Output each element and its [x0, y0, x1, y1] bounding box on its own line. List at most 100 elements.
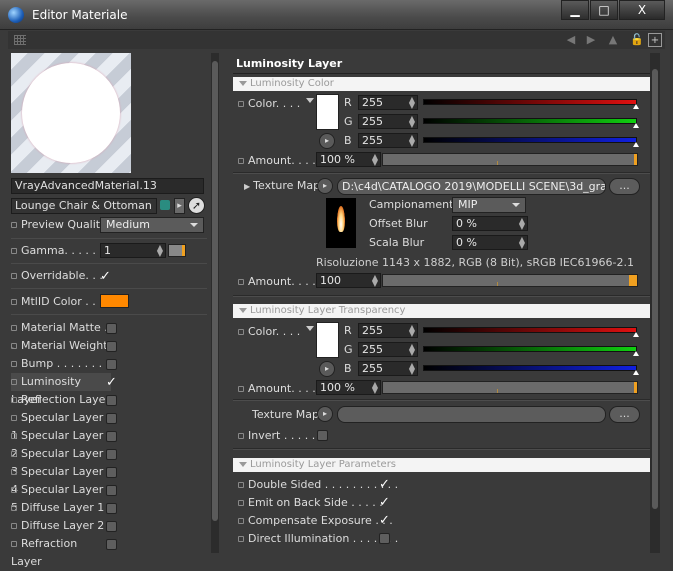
back-arrow-icon[interactable]: ◀ [564, 33, 578, 47]
t-g-slider[interactable] [423, 346, 639, 356]
keyframe-dot-icon[interactable] [238, 518, 244, 524]
keyframe-dot-icon[interactable] [11, 541, 17, 547]
t-g-input[interactable]: 255 ▲ ▼ [358, 342, 418, 357]
offset-blur-input[interactable]: 0 % ▲ ▼ [452, 216, 528, 231]
keyframe-dot-icon[interactable] [11, 415, 17, 421]
picker-cursor-icon[interactable]: ➚ [188, 197, 205, 214]
stepper-icon[interactable]: ▲ ▼ [409, 343, 415, 357]
stepper-icon[interactable]: ▲ ▼ [372, 381, 378, 395]
stepper-icon[interactable]: ▲ ▼ [157, 244, 163, 258]
maximize-button[interactable]: □ [590, 0, 618, 20]
keyframe-dot-icon[interactable] [238, 158, 244, 164]
channel-checkbox[interactable] [106, 449, 117, 460]
t-r-input[interactable]: 255 ▲ ▼ [358, 323, 418, 338]
t-texture-path-field[interactable] [337, 406, 606, 423]
t-amount-input[interactable]: 100 % ▲ ▼ [316, 380, 381, 395]
keyframe-dot-icon[interactable] [11, 433, 17, 439]
channel-checkbox[interactable] [106, 413, 117, 424]
texture-thumbnail[interactable] [326, 198, 356, 248]
channel-item[interactable]: Reflection Layer [11, 391, 111, 409]
g-input[interactable]: 255 ▲ ▼ [358, 114, 418, 129]
channel-item[interactable]: Luminosity Layer [11, 373, 111, 406]
t-texture-options-button[interactable]: ▸ [317, 406, 333, 422]
gamma-slider[interactable] [168, 244, 186, 257]
channel-checkbox[interactable]: ✓ [106, 376, 117, 389]
parameter-checkbox[interactable]: ✓ [379, 496, 390, 509]
channel-item[interactable]: Specular Layer 4 [11, 463, 111, 496]
group-luminosity-parameters[interactable]: Luminosity Layer Parameters [233, 458, 650, 472]
slider-handle-icon[interactable] [633, 104, 639, 109]
channel-item[interactable]: Diffuse Layer 1 [11, 499, 111, 517]
keyframe-dot-icon[interactable] [11, 487, 17, 493]
channel-item[interactable]: Material Matte . . [11, 319, 111, 352]
stepper-icon[interactable]: ▲ ▼ [372, 274, 378, 288]
keyframe-dot-icon[interactable] [238, 279, 244, 285]
keyframe-dot-icon[interactable] [11, 379, 17, 385]
lock-icon[interactable]: 🔓 [630, 33, 644, 47]
keyframe-dot-icon[interactable] [11, 451, 17, 457]
group-luminosity-color[interactable]: Luminosity Color [233, 77, 650, 91]
keyframe-dot-icon[interactable] [238, 433, 244, 439]
t-b-slider[interactable] [423, 365, 639, 375]
color-mode-arrow-icon[interactable] [306, 98, 314, 103]
stepper-icon[interactable]: ▲ ▼ [409, 362, 415, 376]
mtlid-color-swatch[interactable] [100, 294, 129, 308]
right-scrollbar[interactable] [650, 53, 660, 553]
browse-button[interactable]: ... [609, 178, 640, 195]
scala-blur-input[interactable]: 0 % ▲ ▼ [452, 235, 528, 250]
channel-item[interactable]: Specular Layer 3 [11, 445, 111, 478]
t-color-expand-button[interactable]: ▸ [319, 361, 335, 377]
keyframe-dot-icon[interactable] [11, 469, 17, 475]
keyframe-dot-icon[interactable] [11, 299, 17, 305]
texture-options-button[interactable]: ▸ [317, 178, 333, 194]
keyframe-dot-icon[interactable] [11, 523, 17, 529]
stepper-icon[interactable]: ▲ ▼ [409, 115, 415, 129]
keyframe-dot-icon[interactable] [11, 273, 17, 279]
t-browse-button[interactable]: ... [609, 406, 640, 423]
slider-handle-icon[interactable] [633, 123, 639, 128]
stepper-icon[interactable]: ▲ ▼ [519, 217, 525, 231]
b-input[interactable]: 255 ▲ ▼ [358, 133, 418, 148]
left-scrollbar[interactable] [211, 53, 219, 553]
color-expand-button[interactable]: ▸ [319, 133, 335, 149]
keyframe-dot-icon[interactable] [11, 325, 17, 331]
keyframe-dot-icon[interactable] [11, 248, 17, 254]
r-slider[interactable] [423, 99, 639, 109]
parameter-checkbox[interactable] [379, 533, 390, 544]
channel-checkbox[interactable] [106, 467, 117, 478]
stepper-icon[interactable]: ▲ ▼ [409, 96, 415, 110]
channel-item[interactable]: Specular Layer 2 [11, 427, 111, 460]
channel-item[interactable]: Material Weight [11, 337, 111, 355]
minimize-button[interactable]: ▁ [561, 0, 589, 20]
channel-item[interactable]: Refraction Layer [11, 535, 111, 568]
keyframe-dot-icon[interactable] [238, 101, 244, 107]
expand-arrow-icon[interactable]: ▶ [244, 182, 250, 191]
grip-icon[interactable] [14, 35, 26, 45]
t-b-input[interactable]: 255 ▲ ▼ [358, 361, 418, 376]
channel-checkbox[interactable] [106, 485, 117, 496]
preview-quality-dropdown[interactable]: Medium [100, 217, 204, 233]
color-mode-arrow-icon[interactable] [306, 326, 314, 331]
preset-arrow-icon[interactable]: ▸ [174, 198, 185, 214]
slider-handle-icon[interactable] [633, 142, 639, 147]
channel-checkbox[interactable] [106, 323, 117, 334]
texture-path-field[interactable]: D:\c4d\CATALOGO 2019\MODELLI SCENE\3d_gr… [337, 178, 606, 195]
amount2-input[interactable]: 100 ▲ ▼ [316, 273, 381, 288]
scroll-thumb[interactable] [652, 69, 658, 509]
overridable-checkbox[interactable]: ✓ [100, 270, 111, 283]
keyframe-dot-icon[interactable] [11, 361, 17, 367]
campionamento-dropdown[interactable]: MIP [452, 197, 526, 213]
channel-item[interactable]: Bump . . . . . . . . . [11, 355, 111, 388]
slider-handle-icon[interactable] [633, 351, 639, 356]
preset-field[interactable]: Lounge Chair & Ottoman [11, 198, 157, 214]
keyframe-dot-icon[interactable] [238, 329, 244, 335]
channel-checkbox[interactable] [106, 341, 117, 352]
channel-item[interactable]: Specular Layer 1 [11, 409, 111, 442]
keyframe-dot-icon[interactable] [11, 397, 17, 403]
gamma-input[interactable]: 1 ▲ ▼ [100, 243, 166, 258]
channel-checkbox[interactable] [106, 359, 117, 370]
parameter-checkbox[interactable]: ✓ [379, 478, 390, 491]
keyframe-dot-icon[interactable] [11, 505, 17, 511]
color-swatch[interactable] [316, 94, 339, 130]
t-amount-slider[interactable] [382, 381, 638, 394]
